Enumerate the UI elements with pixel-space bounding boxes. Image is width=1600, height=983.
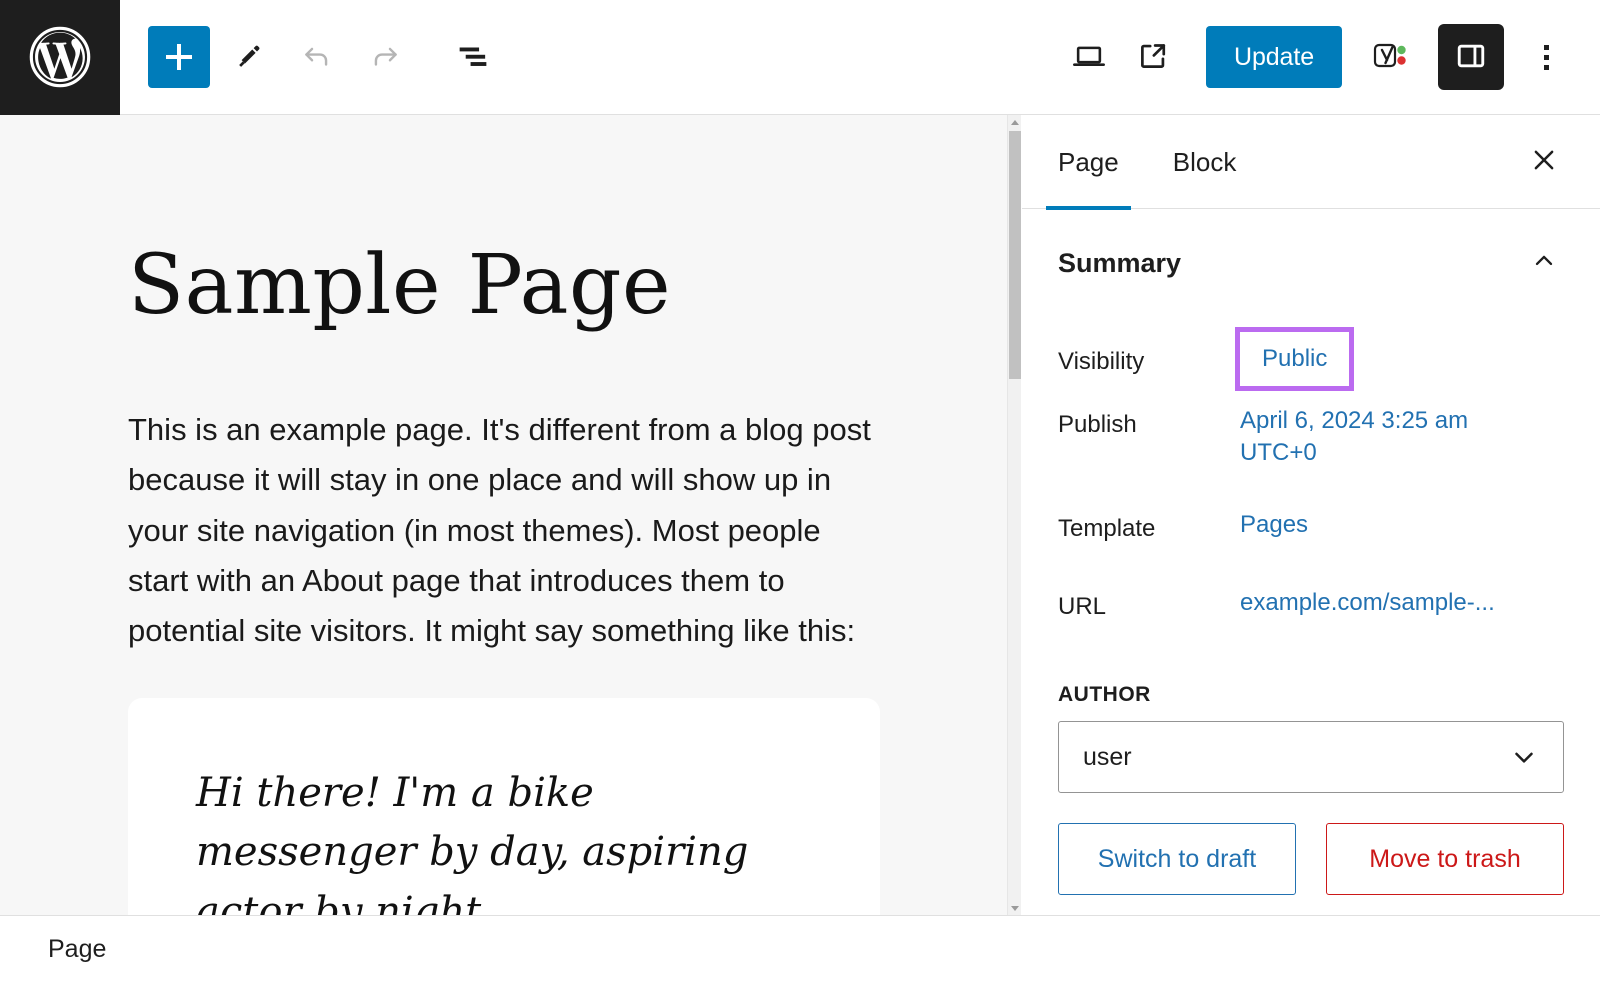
yoast-seo-button[interactable]: [1360, 26, 1422, 88]
chevron-up-icon: [1530, 247, 1558, 280]
summary-row-visibility: Visibility Public: [1058, 313, 1564, 405]
close-x-icon: [1529, 145, 1559, 178]
breadcrumb[interactable]: Page: [48, 935, 106, 964]
kebab-menu-icon: [1544, 45, 1549, 50]
plus-icon: [166, 44, 192, 70]
summary-collapse-button[interactable]: [1524, 243, 1564, 283]
tab-block[interactable]: Block: [1173, 115, 1237, 209]
scroll-down-arrow-icon[interactable]: [1008, 901, 1022, 915]
scrollbar-thumb[interactable]: [1009, 131, 1021, 379]
settings-sidebar-toggle-button[interactable]: [1438, 24, 1504, 90]
undo-arrow-icon: [300, 39, 334, 76]
chevron-down-icon: [1509, 742, 1539, 772]
switch-to-draft-button[interactable]: Switch to draft: [1058, 823, 1296, 895]
visibility-highlight-box: Public: [1235, 327, 1354, 391]
kebab-menu-icon-dot3: [1544, 65, 1549, 70]
author-select[interactable]: user: [1058, 721, 1564, 793]
preview-device-button[interactable]: [1060, 28, 1118, 86]
yoast-seo-icon: [1371, 36, 1411, 79]
page-title[interactable]: Sample Page: [128, 243, 1008, 329]
summary-panel-header[interactable]: Summary: [1022, 209, 1600, 293]
settings-panel-icon: [1454, 39, 1488, 76]
template-label: Template: [1058, 509, 1240, 543]
scroll-up-arrow-icon[interactable]: [1008, 115, 1022, 129]
summary-row-url: URL example.com/sample-...: [1058, 587, 1564, 665]
redo-arrow-icon: [368, 39, 402, 76]
summary-row-publish: Publish April 6, 2024 3:25 am UTC+0: [1058, 405, 1564, 509]
wordpress-block-editor: Update: [0, 0, 1600, 983]
list-view-icon: [456, 39, 490, 76]
sidebar-action-buttons: Switch to draft Move to trash: [1058, 823, 1564, 895]
move-to-trash-button[interactable]: Move to trash: [1326, 823, 1564, 895]
quote-text: Hi there! I'm a bike messenger by day, a…: [196, 764, 812, 915]
wordpress-logo-icon: [26, 23, 94, 91]
editor-canvas-scrollbar[interactable]: [1007, 115, 1021, 915]
laptop-preview-icon: [1070, 37, 1108, 78]
summary-rows: Visibility Public Publish April 6, 2024 …: [1022, 293, 1600, 665]
tab-page[interactable]: Page: [1058, 115, 1119, 209]
author-selected-value: user: [1083, 743, 1132, 772]
view-page-button[interactable]: [1124, 28, 1182, 86]
editor-canvas[interactable]: Sample Page This is an example page. It'…: [0, 115, 1021, 915]
add-block-button[interactable]: [148, 26, 210, 88]
undo-button[interactable]: [288, 28, 346, 86]
quote-block[interactable]: Hi there! I'm a bike messenger by day, a…: [128, 698, 880, 915]
editor-toolbar: Update: [0, 0, 1600, 115]
redo-button[interactable]: [356, 28, 414, 86]
toolbar-left-group: [120, 26, 502, 88]
author-label: AUTHOR: [1022, 665, 1600, 707]
edit-mode-button[interactable]: [220, 28, 278, 86]
list-view-button[interactable]: [444, 28, 502, 86]
publish-date-button[interactable]: April 6, 2024 3:25 am UTC+0: [1240, 405, 1505, 468]
editor-options-button[interactable]: [1518, 26, 1574, 88]
wordpress-logo-button[interactable]: [0, 0, 120, 115]
close-sidebar-button[interactable]: [1518, 136, 1570, 188]
url-label: URL: [1058, 587, 1240, 621]
external-link-icon: [1136, 39, 1170, 76]
update-button[interactable]: Update: [1206, 26, 1342, 88]
visibility-label: Visibility: [1058, 342, 1240, 376]
summary-title: Summary: [1058, 248, 1181, 279]
pencil-icon: [234, 41, 264, 74]
summary-row-template: Template Pages: [1058, 509, 1564, 587]
toolbar-right-group: Update: [1060, 24, 1600, 90]
editor-content: Sample Page This is an example page. It'…: [0, 115, 1008, 915]
publish-label: Publish: [1058, 405, 1240, 439]
sidebar-tabs: Page Block: [1022, 115, 1600, 209]
visibility-value-button[interactable]: Public: [1262, 343, 1327, 375]
kebab-menu-icon-dot2: [1544, 55, 1549, 60]
page-paragraph-block[interactable]: This is an example page. It's different …: [128, 405, 888, 656]
settings-sidebar: Page Block Summary: [1022, 115, 1600, 915]
editor-status-bar: Page: [0, 915, 1600, 983]
template-value-button[interactable]: Pages: [1240, 509, 1308, 541]
url-value-button[interactable]: example.com/sample-...: [1240, 587, 1495, 619]
